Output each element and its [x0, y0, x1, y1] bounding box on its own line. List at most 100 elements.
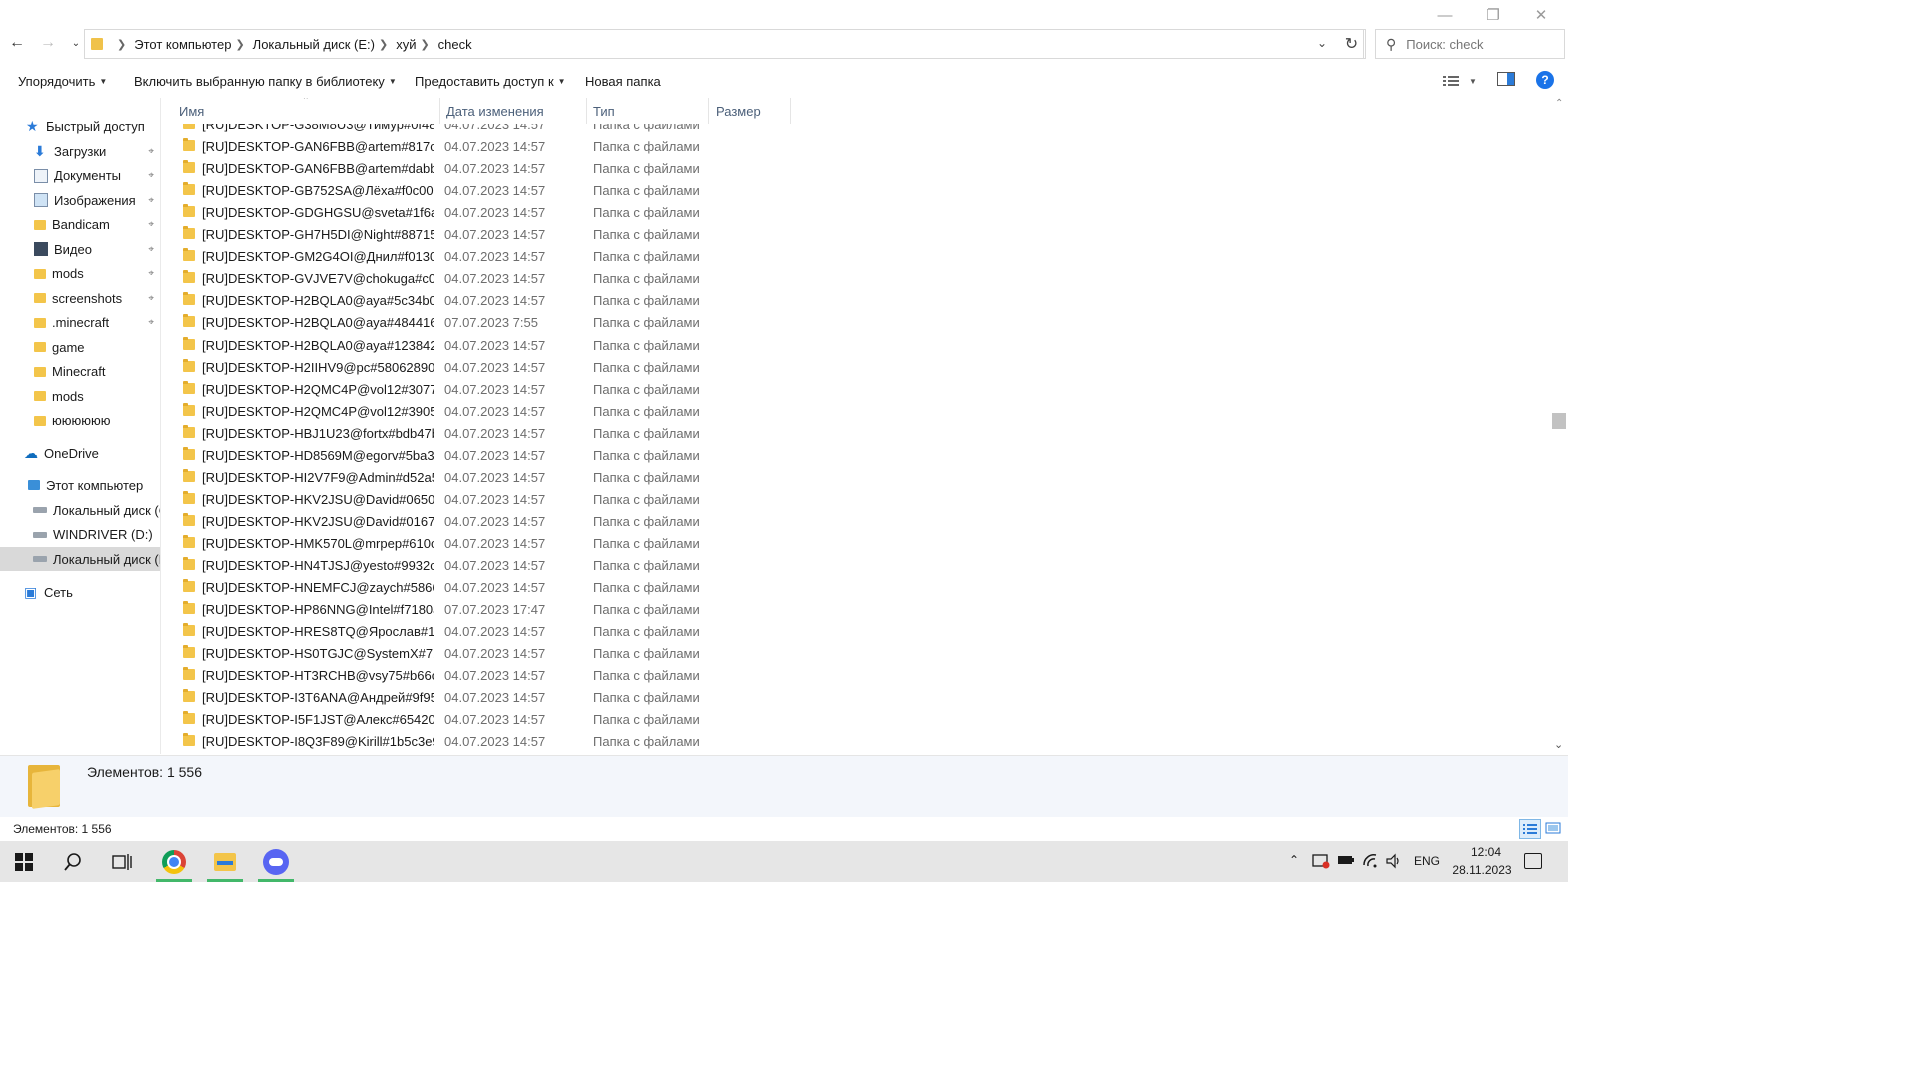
help-icon[interactable]: ? — [1536, 71, 1554, 89]
taskbar-explorer-button[interactable] — [201, 841, 249, 882]
breadcrumb-drive-e[interactable]: Локальный диск (E:) — [253, 37, 375, 52]
breadcrumb-current-folder[interactable]: check — [438, 37, 472, 52]
include-in-library-button[interactable]: Включить выбранную папку в библиотеку ▼ — [134, 74, 397, 89]
search-input[interactable] — [1406, 36, 1547, 52]
pin-icon[interactable]: ⌖ — [148, 219, 154, 230]
file-row[interactable]: [RU]DESKTOP-HT3RCHB@vsy75#b66c28... 04.07… — [161, 664, 1551, 686]
nav-onedrive[interactable]: ☁ OneDrive — [0, 441, 160, 465]
column-header-type[interactable]: Тип — [593, 104, 615, 119]
nav-quick-item[interactable]: mods — [0, 384, 160, 408]
file-row[interactable]: [RU]DESKTOP-HRES8TQ@Ярослав#1bcc... 04.07… — [161, 620, 1551, 642]
view-options-button[interactable]: ▼ — [1443, 72, 1483, 90]
nav-quick-item[interactable]: screenshots ⌖ — [0, 286, 160, 310]
file-row[interactable]: [RU]DESKTOP-GVJVE7V@chokuga#c096b... 04.0… — [161, 267, 1551, 289]
details-view-toggle-icon[interactable] — [1519, 819, 1541, 839]
organize-button[interactable]: Упорядочить ▼ — [18, 74, 107, 89]
nav-quick-item[interactable]: Изображения ⌖ — [0, 188, 160, 212]
nav-quick-item[interactable]: Minecraft — [0, 360, 160, 384]
pin-icon[interactable]: ⌖ — [148, 244, 154, 255]
breadcrumb-this-pc[interactable]: Этот компьютер — [134, 37, 231, 52]
large-icons-view-toggle-icon[interactable] — [1543, 819, 1565, 839]
wifi-icon[interactable] — [1362, 853, 1380, 872]
file-row[interactable]: [RU]DESKTOP-GB752SA@Лёха#f0c0010... 04.07… — [161, 179, 1551, 201]
pin-icon[interactable]: ⌖ — [148, 268, 154, 279]
taskbar-chrome-button[interactable] — [150, 841, 198, 882]
language-indicator[interactable]: ENG — [1414, 854, 1440, 868]
file-row[interactable]: [RU]DESKTOP-GAN6FBB@artem#817cbf... 04.07… — [161, 135, 1551, 157]
column-divider[interactable] — [439, 98, 440, 124]
column-header-date[interactable]: Дата изменения — [446, 104, 544, 119]
file-row[interactable]: [RU]DESKTOP-I8Q3F89@Kirill#1b5c3e9ef... 0… — [161, 730, 1551, 752]
file-row[interactable]: [RU]DESKTOP-HP86NNG@Intel#f7180a4... 07.0… — [161, 598, 1551, 620]
nav-quick-access[interactable]: ★ Быстрый доступ — [0, 114, 160, 138]
battery-icon[interactable] — [1337, 853, 1355, 870]
file-row[interactable]: [RU]DESKTOP-H2BQLA0@aya#12384288... 04.07… — [161, 334, 1551, 356]
taskbar-search-button[interactable] — [49, 841, 97, 882]
nav-network[interactable]: ▣ Сеть — [0, 580, 160, 604]
file-row[interactable]: [RU]DESKTOP-HKV2JSU@David#016768... 04.07… — [161, 510, 1551, 532]
pin-icon[interactable]: ⌖ — [148, 317, 154, 328]
nav-quick-item[interactable]: .minecraft ⌖ — [0, 311, 160, 335]
search-field[interactable]: ⚲ — [1375, 29, 1565, 59]
file-row[interactable]: [RU]DESKTOP-GM2G4OI@Днил#f013073... 04.07… — [161, 245, 1551, 267]
nav-quick-item[interactable]: mods ⌖ — [0, 262, 160, 286]
breadcrumb-folder[interactable]: хуй — [396, 37, 416, 52]
file-row[interactable]: [RU]DESKTOP-HN4TJSJ@yesto#9932c568... 04.… — [161, 554, 1551, 576]
pin-icon[interactable]: ⌖ — [148, 293, 154, 304]
chevron-right-icon[interactable]: ❯ — [379, 38, 388, 51]
file-row[interactable]: [RU]DESKTOP-HI2V7F9@Admin#d52a50... 04.07… — [161, 466, 1551, 488]
forward-arrow-icon[interactable]: → — [37, 32, 59, 54]
refresh-icon[interactable]: ↻ — [1338, 29, 1366, 59]
minimize-icon[interactable]: — — [1422, 4, 1468, 26]
notifications-icon[interactable] — [1524, 853, 1542, 869]
nav-quick-item[interactable]: game — [0, 335, 160, 359]
close-icon[interactable]: ✕ — [1518, 4, 1564, 26]
start-button[interactable] — [0, 841, 48, 882]
nav-drive-item[interactable]: WINDRIVER (D:) — [0, 523, 160, 547]
column-divider[interactable] — [586, 98, 587, 124]
chevron-right-icon[interactable]: ❯ — [235, 38, 244, 51]
pin-icon[interactable]: ⌖ — [148, 170, 154, 181]
file-row[interactable]: [RU]DESKTOP-HKV2JSU@David#0650c3... 04.07… — [161, 488, 1551, 510]
column-header-name[interactable]: Имя — [179, 104, 204, 119]
file-row[interactable]: [RU]DESKTOP-HNEMFCJ@zaych#586652... 04.07… — [161, 576, 1551, 598]
file-row[interactable]: [RU]DESKTOP-GDGHGSU@sveta#1f6a0b... 04.07… — [161, 201, 1551, 223]
clock-date[interactable]: 28.11.2023 — [1450, 863, 1514, 877]
scrollbar-thumb[interactable] — [1552, 413, 1566, 429]
nav-quick-item[interactable]: Видео ⌖ — [0, 237, 160, 261]
file-row[interactable]: [RU]DESKTOP-HBJ1U23@fortx#bdb47bb... 04.0… — [161, 422, 1551, 444]
file-row[interactable]: [RU]DESKTOP-I3T6ANA@Андрей#9f95d... 04.07… — [161, 686, 1551, 708]
clock-time[interactable]: 12:04 — [1464, 845, 1508, 859]
back-arrow-icon[interactable]: ← — [6, 32, 28, 54]
volume-icon[interactable] — [1385, 853, 1403, 872]
file-row[interactable]: [RU]DESKTOP-H2QMC4P@vol12#3077cc... 04.07… — [161, 378, 1551, 400]
vertical-scrollbar[interactable]: ⌃ ⌄ — [1551, 98, 1568, 754]
file-row[interactable]: [RU]DESKTOP-HMK570L@mrpep#610c6... 04.07.… — [161, 532, 1551, 554]
file-row[interactable]: [RU]DESKTOP-H2BQLA0@aya#484416ad... 07.07… — [161, 311, 1551, 333]
column-divider[interactable] — [790, 98, 791, 124]
nav-drive-item[interactable]: Локальный диск (E — [0, 547, 160, 571]
chevron-down-icon[interactable]: ⌄ — [1317, 36, 1327, 50]
column-header-size[interactable]: Размер — [716, 104, 761, 119]
pin-icon[interactable]: ⌖ — [148, 195, 154, 206]
nav-this-pc[interactable]: Этот компьютер — [0, 473, 160, 497]
file-row[interactable]: [RU]DESKTOP-GAN6FBB@artem#dabb5... 04.07.… — [161, 157, 1551, 179]
chevron-up-icon[interactable]: ⌃ — [1289, 853, 1299, 867]
file-row[interactable]: [RU]DESKTOP-HD8569M@egorv#5ba31... 04.07.… — [161, 444, 1551, 466]
column-divider[interactable] — [708, 98, 709, 124]
taskbar-discord-button[interactable] — [252, 841, 300, 882]
security-alert-icon[interactable] — [1312, 853, 1330, 872]
scroll-up-icon[interactable]: ⌃ — [1555, 98, 1563, 109]
nav-drive-item[interactable]: Локальный диск (C — [0, 498, 160, 522]
file-row[interactable]: [RU]DESKTOP-H2BQLA0@aya#5c34b0fa... 04.07… — [161, 289, 1551, 311]
file-row[interactable]: [RU]DESKTOP-HS0TGJC@SystemX#7b2a... 04.07… — [161, 642, 1551, 664]
task-view-button[interactable] — [98, 841, 146, 882]
file-row[interactable]: [RU]DESKTOP-H2QMC4P@vol12#3905e1... 04.07… — [161, 400, 1551, 422]
file-row[interactable]: [RU]DESKTOP-I5F1JST@Алекс#6542084c... 04.… — [161, 708, 1551, 730]
scroll-down-icon[interactable]: ⌄ — [1554, 738, 1563, 751]
preview-pane-icon[interactable] — [1497, 72, 1517, 90]
pin-icon[interactable]: ⌖ — [148, 146, 154, 157]
file-row[interactable]: [RU]DESKTOP-GH7H5DI@Night#887158f... 04.0… — [161, 223, 1551, 245]
new-folder-button[interactable]: Новая папка — [585, 74, 661, 89]
nav-quick-item[interactable]: ⬇ Загрузки ⌖ — [0, 139, 160, 163]
